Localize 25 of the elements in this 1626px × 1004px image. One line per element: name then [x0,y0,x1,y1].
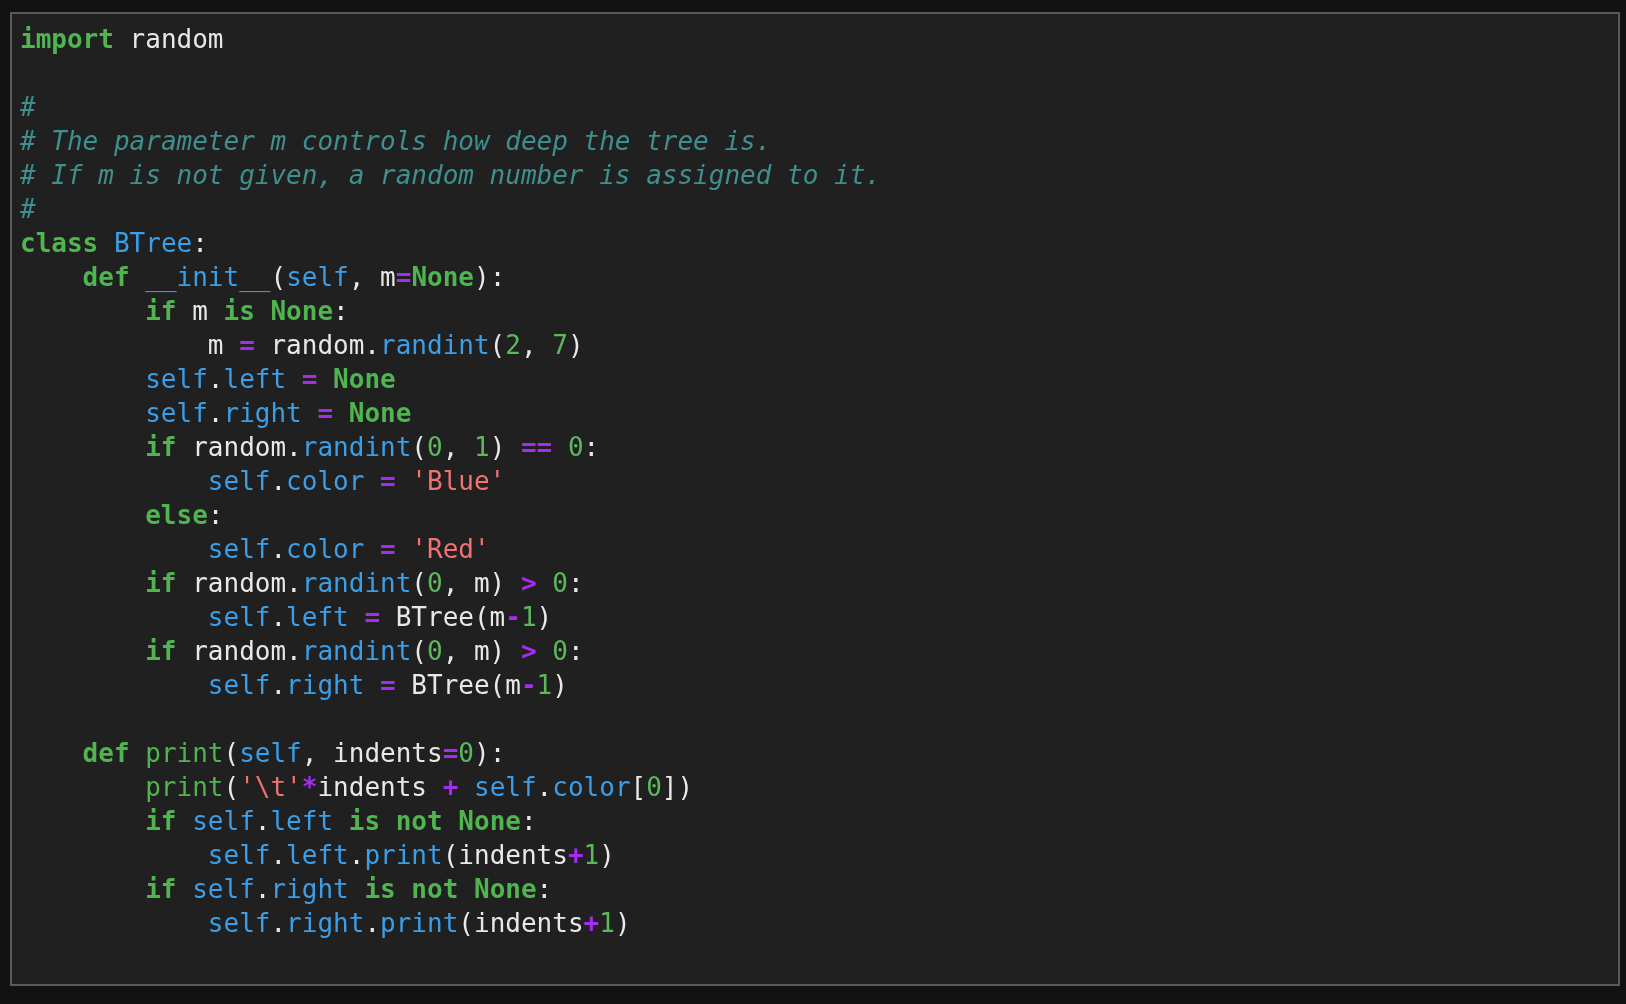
code-line: if random.randint(0, m) > 0: [145,636,584,666]
code-line: self.left.print(indents+1) [207,840,615,870]
code-line: print('\t'*indents + self.color[0]) [145,772,694,802]
code-line: # The parameter m controls how deep the tree is. [20,126,772,156]
code-line: self.color = 'Blue' [207,466,506,496]
code-line: # If m is not given, a random number is assigned to it. [20,160,881,190]
code-line: if m is None: [145,296,349,326]
code-line: if random.randint(0, m) > 0: [145,568,584,598]
code-line: self.color = 'Red' [207,534,490,564]
code-line: def print(self, indents=0): [82,738,506,768]
code-line: def __init__(self, m=None): [82,262,506,292]
code-line: self.left = None [145,364,396,394]
code-line: if random.randint(0, 1) == 0: [145,432,600,462]
code-line: else: [145,500,224,530]
code-line: # [20,194,36,224]
code-line: import random [20,24,224,54]
code-line: self.right = None [145,398,412,428]
code-line: if self.right is not None: [145,874,553,904]
code-line: self.left = BTree(m-1) [207,602,553,632]
code-line: if self.left is not None: [145,806,537,836]
code-line: # [20,92,36,122]
code-line: self.right = BTree(m-1) [207,670,568,700]
code-line: class BTree: [20,228,208,258]
code-line: m = random.randint(2, 7) [207,330,584,360]
code-line: self.right.print(indents+1) [207,908,631,938]
